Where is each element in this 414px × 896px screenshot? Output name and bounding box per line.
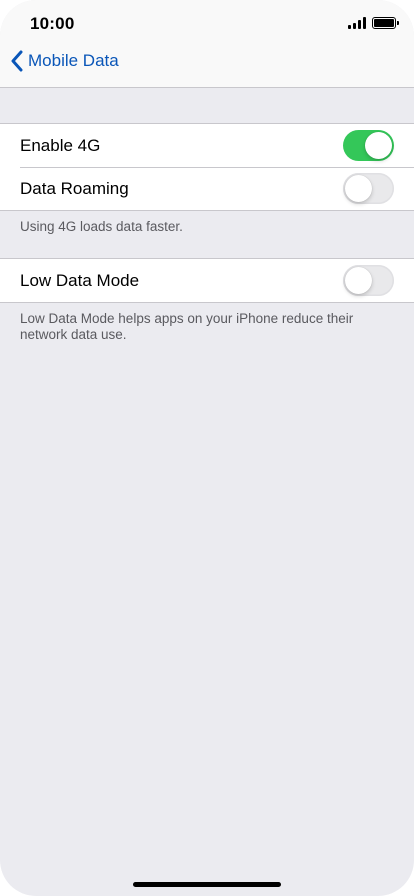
battery-icon	[372, 17, 399, 29]
group-cellular-footnote: Using 4G loads data faster.	[20, 219, 183, 234]
back-button[interactable]: Mobile Data	[10, 50, 119, 72]
status-icons	[348, 17, 399, 29]
low-data-mode-toggle[interactable]	[343, 265, 394, 296]
data-roaming-label: Data Roaming	[20, 178, 129, 198]
row-data-roaming: Data Roaming	[0, 167, 414, 210]
screen: 10:00 Mobile Data Enable 4G Data Roaming…	[0, 0, 414, 896]
row-enable-4g: Enable 4G	[0, 124, 414, 167]
enable-4g-toggle[interactable]	[343, 130, 394, 161]
row-low-data-mode: Low Data Mode	[0, 259, 414, 302]
top-bar: 10:00 Mobile Data	[0, 0, 414, 88]
group-cellular: Enable 4G Data Roaming	[0, 123, 414, 211]
low-data-mode-label: Low Data Mode	[20, 270, 140, 290]
group-low-data-footnote: Low Data Mode helps apps on your iPhone …	[20, 311, 354, 342]
home-indicator[interactable]	[133, 882, 281, 887]
status-time: 10:00	[30, 14, 75, 33]
chevron-left-icon	[11, 50, 23, 72]
group-low-data: Low Data Mode	[0, 258, 414, 303]
back-button-label: Mobile Data	[28, 51, 119, 70]
enable-4g-label: Enable 4G	[20, 135, 101, 155]
cellular-signal-icon	[348, 17, 366, 29]
data-roaming-toggle[interactable]	[343, 173, 394, 204]
